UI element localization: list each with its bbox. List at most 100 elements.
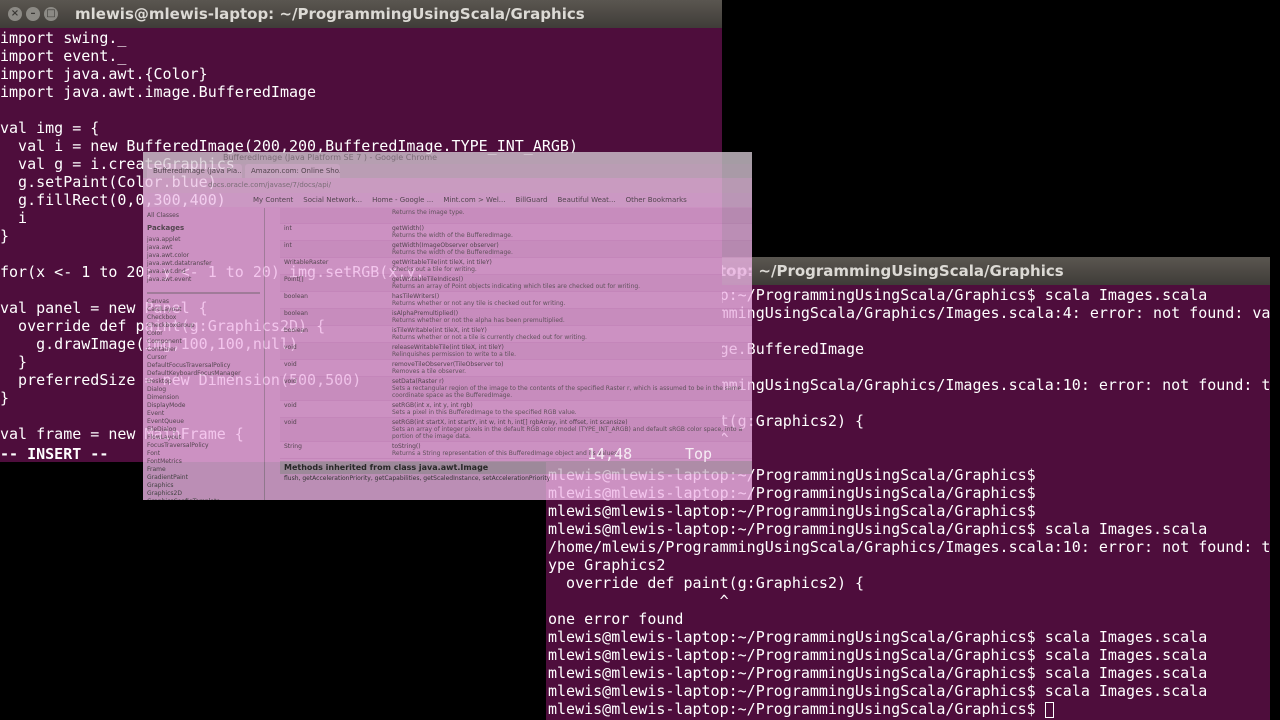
bookmarks-bar: My Content Social Network... Home - Google… — [143, 193, 752, 207]
class-link[interactable]: EventQueue — [147, 418, 260, 426]
method-signature[interactable]: toString() — [392, 443, 421, 450]
class-link[interactable]: DisplayMode — [147, 402, 260, 410]
method-cell: releaseWritableTile(int tileX, int tileY… — [390, 343, 752, 359]
class-link[interactable]: CheckboxGroup — [147, 322, 260, 330]
maximize-icon[interactable]: □ — [44, 7, 58, 21]
bookmark[interactable]: Other Bookmarks — [626, 193, 687, 207]
minimize-icon[interactable]: – — [26, 7, 40, 21]
bookmark[interactable]: My Content — [253, 193, 293, 207]
bookmark[interactable]: Beautiful Weat... — [557, 193, 615, 207]
tab-bufferedimage[interactable]: BufferedImage (Java Pla... — [147, 164, 242, 178]
method-description: Removes a tile observer. — [392, 368, 467, 375]
terminal-line: /home/mlewis/ProgrammingUsingScala/Graph… — [548, 538, 1270, 556]
all-classes-link[interactable]: All Classes — [147, 212, 260, 220]
method-signature[interactable]: getWritableTile(int tileX, int tileY) — [392, 259, 492, 266]
method-type: void — [284, 344, 297, 351]
terminal-line: ^ — [548, 592, 729, 610]
class-link[interactable]: Desktop — [147, 378, 260, 386]
method-cell: getWidth(ImageObserver observer) Returns … — [390, 241, 752, 257]
terminal-line: mlewis@mlewis-laptop:~/ProgrammingUsingS… — [548, 628, 1208, 646]
method-summary: Returns the image type. int getWidth() Retu… — [280, 208, 752, 500]
javadoc-nav: All Classes Packages java.applet java.awt… — [143, 208, 265, 500]
class-link[interactable]: Canvas — [147, 298, 260, 306]
class-link[interactable]: FileDialog — [147, 426, 260, 434]
method-signature[interactable]: getWidth(ImageObserver observer) — [392, 242, 499, 249]
class-link[interactable]: Color — [147, 330, 260, 338]
method-description: Returns whether or not any tile is check… — [392, 300, 566, 307]
method-row: Point[] getWritableTileIndices() Returns a… — [280, 275, 752, 292]
class-link[interactable]: Event — [147, 410, 260, 418]
method-row: void setRGB(int startX, int startY, int w… — [280, 418, 752, 442]
terminal-line: mlewis@mlewis-laptop:~/ProgrammingUsingS… — [548, 646, 1208, 664]
method-row: void setData(Raster r) Sets a rectangular … — [280, 377, 752, 401]
method-signature[interactable]: isAlphaPremultiplied() — [392, 310, 458, 317]
terminal-line: override def paint(g:Graphics2) { — [548, 574, 865, 592]
package-link[interactable]: java.awt.dnd — [147, 268, 260, 276]
method-signature[interactable]: setData(Raster r) — [392, 378, 444, 385]
method-type: WritableRaster — [284, 259, 329, 266]
package-link[interactable]: java.awt — [147, 244, 260, 252]
inherited-list: flush, getAccelerationPriority, getCapab… — [284, 475, 551, 482]
class-link[interactable]: FocusTraversalPolicy — [147, 442, 260, 450]
tab-amazon[interactable]: Amazon.com: Online Sho... — [245, 164, 340, 178]
method-type: String — [284, 443, 302, 450]
method-type: Point[] — [284, 276, 304, 283]
class-link[interactable]: Graphics — [147, 482, 260, 490]
class-link[interactable]: Component — [147, 338, 260, 346]
method-cell: getWritableTileIndices() Returns an array… — [390, 275, 752, 291]
code-line: import java.awt.image.BufferedImage — [0, 83, 317, 101]
method-row: void releaseWritableTile(int tileX, int t… — [280, 343, 752, 360]
method-signature[interactable]: getWidth() — [392, 225, 424, 232]
method-description: Relinquishes permission to write to a ti… — [392, 351, 517, 358]
class-link[interactable]: Dialog — [147, 386, 260, 394]
method-type: boolean — [284, 293, 308, 300]
class-link[interactable]: GraphicsConfigTemplate — [147, 498, 260, 500]
method-description: Returns whether or not the alpha has bee… — [392, 317, 565, 324]
method-row: void setRGB(int x, int y, int rgb) Sets a … — [280, 401, 752, 418]
method-description: Returns the width of the BufferedImage. — [392, 249, 513, 256]
method-signature[interactable]: removeTileObserver(TileObserver to) — [392, 361, 503, 368]
address-bar[interactable]: docs.oracle.com/javase/7/docs/api/ — [143, 178, 752, 193]
package-link[interactable]: java.awt.event — [147, 276, 260, 284]
method-signature[interactable]: releaseWritableTile(int tileX, int tileY… — [392, 344, 504, 351]
method-cell: hasTileWriters() Returns whether or not a… — [390, 292, 752, 308]
package-link[interactable]: java.awt.datatransfer — [147, 260, 260, 268]
method-row: WritableRaster getWritableTile(int tileX,… — [280, 258, 752, 275]
method-cell: isAlphaPremultiplied() Returns whether or… — [390, 309, 752, 325]
class-link[interactable]: Checkbox — [147, 314, 260, 322]
method-description: Sets a pixel in this BufferedImage to th… — [392, 409, 577, 416]
class-link[interactable]: DefaultKeyboardFocusManager — [147, 370, 260, 378]
package-link[interactable]: java.applet — [147, 236, 260, 244]
method-cell: setRGB(int x, int y, int rgb) Sets a pixe… — [390, 401, 752, 417]
method-description: Returns the image type. — [392, 209, 465, 216]
class-link[interactable]: CardLayout — [147, 306, 260, 314]
method-signature[interactable]: isTileWritable(int tileX, int tileY) — [392, 327, 487, 334]
class-link[interactable]: Cursor — [147, 354, 260, 362]
editor-title: mlewis@mlewis-laptop: ~/ProgrammingUsing… — [75, 5, 585, 23]
editor-titlebar[interactable]: × – □ mlewis@mlewis-laptop: ~/Programmin… — [0, 0, 722, 28]
class-link[interactable]: DefaultFocusTraversalPolicy — [147, 362, 260, 370]
class-link[interactable]: FontMetrics — [147, 458, 260, 466]
bookmark[interactable]: Mint.com > Wel... — [443, 193, 505, 207]
class-link[interactable]: Container — [147, 346, 260, 354]
class-link[interactable]: Frame — [147, 466, 260, 474]
class-link[interactable]: Dimension — [147, 394, 260, 402]
bookmark[interactable]: Social Network... — [303, 193, 362, 207]
method-signature[interactable]: setRGB(int startX, int startY, int w, in… — [392, 419, 628, 426]
package-link[interactable]: java.awt.color — [147, 252, 260, 260]
method-description: Returns an array of Point objects indica… — [392, 283, 641, 290]
method-signature[interactable]: setRGB(int x, int y, int rgb) — [392, 402, 473, 409]
class-link[interactable]: GradientPaint — [147, 474, 260, 482]
close-icon[interactable]: × — [8, 7, 22, 21]
method-row: int getWidth() Returns the width of the Bu… — [280, 224, 752, 241]
method-type: void — [284, 419, 297, 426]
class-link[interactable]: Font — [147, 450, 260, 458]
class-link[interactable]: FlowLayout — [147, 434, 260, 442]
bookmark[interactable]: BillGuard — [515, 193, 547, 207]
class-link[interactable]: Graphics2D — [147, 490, 260, 498]
method-signature[interactable]: hasTileWriters() — [392, 293, 439, 300]
cursor[interactable] — [1044, 701, 1054, 718]
bookmark[interactable]: Home - Google ... — [372, 193, 433, 207]
method-signature[interactable]: getWritableTileIndices() — [392, 276, 463, 283]
browser-window[interactable]: BufferedImage (Java Platform SE 7 ) - Go… — [143, 152, 752, 500]
